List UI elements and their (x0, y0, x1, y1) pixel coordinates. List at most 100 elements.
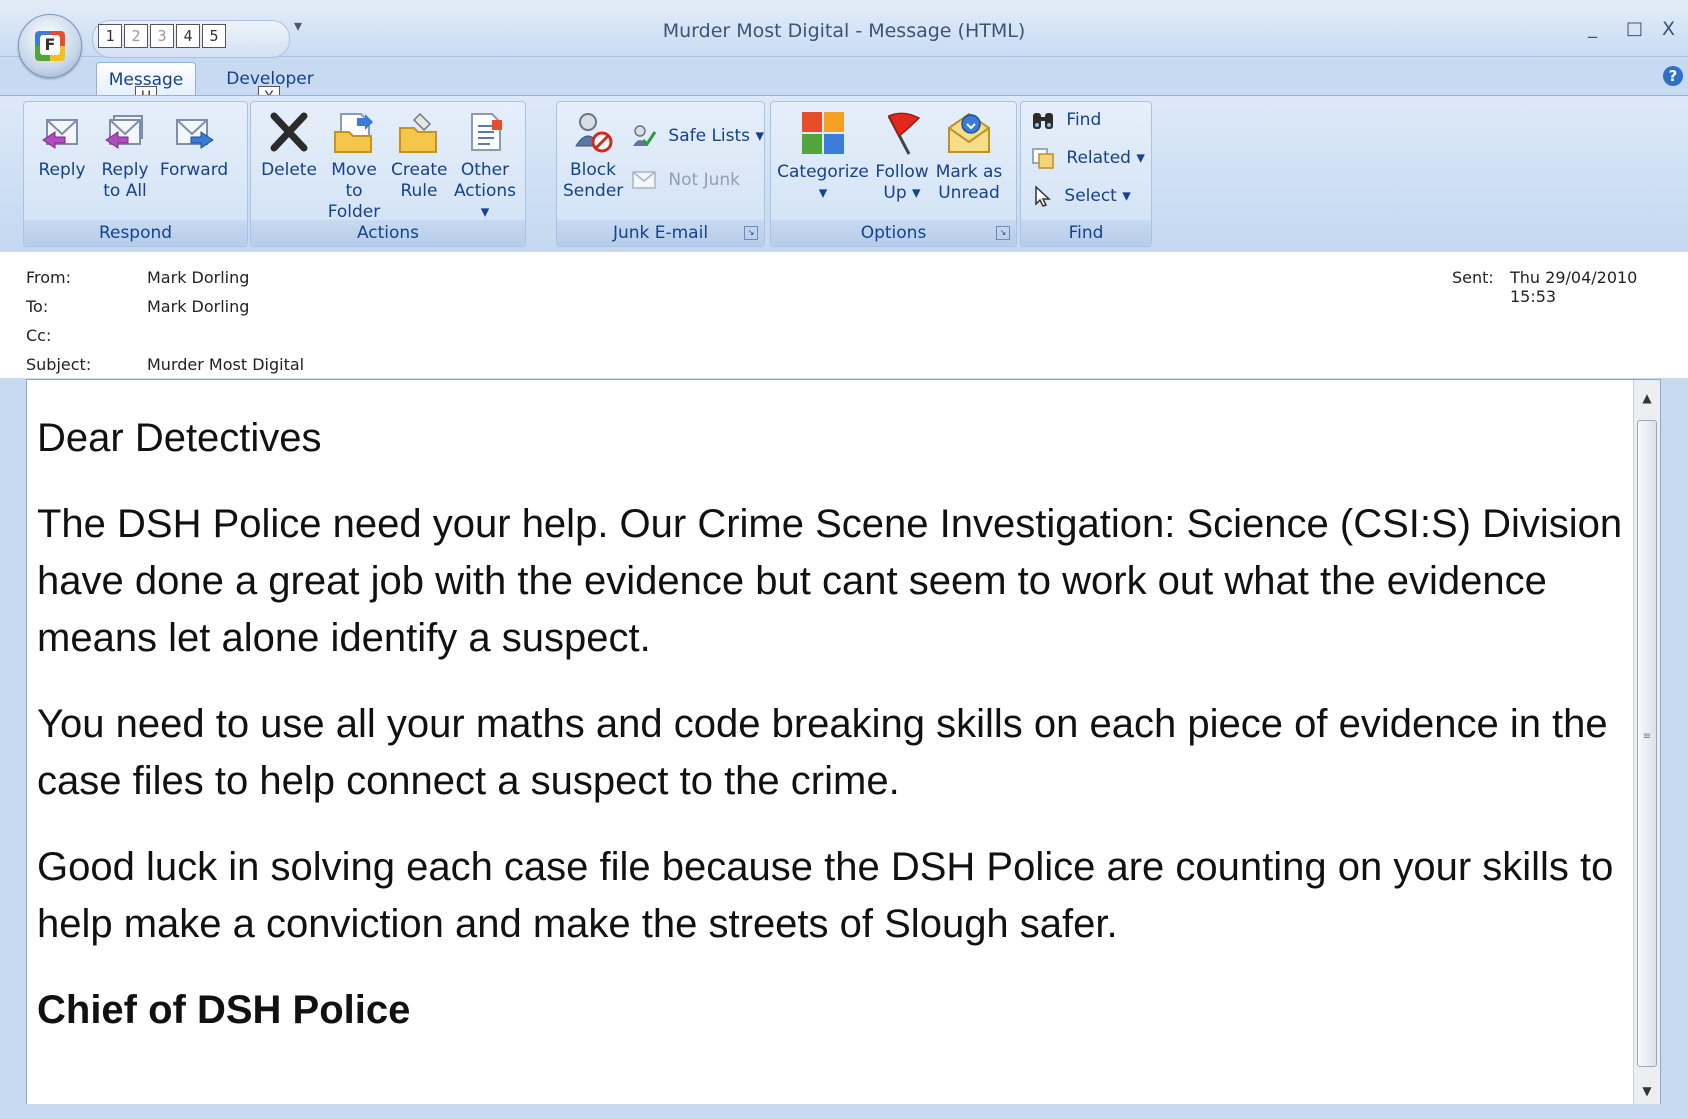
block-sender-label-1: Block (570, 160, 616, 180)
other-actions-label-2: Actions ▾ (453, 181, 517, 222)
reply-all-label-2: to All (103, 181, 147, 201)
reply-all-button[interactable]: Reply to All (96, 110, 154, 202)
from-value[interactable]: Mark Dorling (147, 268, 249, 287)
create-rule-label-2: Rule (400, 181, 438, 201)
minimize-button[interactable]: _ (1588, 18, 1597, 39)
move-to-folder-label-1: Move to (331, 160, 377, 201)
window-bottom-border (0, 1104, 1688, 1119)
related-icon (1032, 148, 1054, 169)
window-title: Murder Most Digital - Message (HTML) (662, 20, 1026, 42)
group-find: Find Related ▾ Select ▾ Find (1020, 101, 1152, 247)
group-junk-email-label: Junk E-mail (557, 220, 764, 246)
scroll-down-arrow-icon[interactable]: ▼ (1634, 1081, 1660, 1101)
related-label: Related ▾ (1066, 148, 1145, 168)
group-actions-label: Actions (251, 220, 525, 246)
body-paragraph-3: Good luck in solving each case file beca… (37, 845, 1614, 946)
binoculars-icon (1033, 113, 1053, 129)
reply-all-label-1: Reply (101, 160, 149, 180)
maximize-button[interactable]: □ (1626, 18, 1643, 39)
move-to-folder-icon (334, 113, 373, 153)
categorize-label-2: ▾ (818, 183, 828, 203)
find-label: Find (1066, 110, 1102, 130)
message-body: Dear Detectives The DSH Police need your… (37, 410, 1627, 1068)
close-button[interactable]: X (1662, 18, 1675, 40)
vertical-scrollbar[interactable]: ▲ ≡ ▼ (1633, 380, 1660, 1105)
group-options: Categorize ▾ Follow Up ▾ Mark as Unread … (770, 101, 1017, 247)
mark-as-unread-button[interactable]: Mark as Unread (935, 110, 1003, 204)
reply-label: Reply (38, 160, 86, 180)
mark-as-unread-label-1: Mark as (935, 162, 1003, 182)
cc-label: Cc: (26, 326, 52, 345)
delete-label: Delete (261, 160, 317, 180)
ribbon: Reply Reply to All Forward Respond Delet… (0, 95, 1688, 253)
block-sender-label-2: Sender (563, 181, 624, 201)
group-respond: Reply Reply to All Forward Respond (23, 101, 248, 247)
not-junk-button[interactable]: Not Junk (631, 166, 740, 194)
delete-button[interactable]: Delete (259, 110, 319, 181)
block-sender-icon (575, 113, 613, 153)
block-sender-button[interactable]: Block Sender (563, 110, 623, 202)
scrollbar-grip-icon: ≡ (1642, 731, 1652, 742)
mark-as-unread-icon (948, 112, 990, 153)
subject-label: Subject: (26, 355, 92, 374)
to-value[interactable]: Mark Dorling (147, 297, 249, 316)
delete-icon (270, 112, 308, 152)
office-button[interactable]: F (18, 14, 82, 78)
reply-icon (42, 119, 78, 149)
related-button[interactable]: Related ▾ (1031, 144, 1145, 172)
mark-as-unread-label-2: Unread (938, 183, 1000, 203)
other-actions-button[interactable]: Other Actions ▾ (449, 110, 521, 223)
group-respond-label: Respond (24, 220, 247, 246)
other-actions-label-1: Other (460, 160, 510, 180)
body-paragraph-1: The DSH Police need your help. Our Crime… (37, 502, 1623, 660)
flag-icon (887, 112, 921, 155)
forward-icon (176, 119, 214, 149)
follow-up-button[interactable]: Follow Up ▾ (871, 110, 933, 204)
group-junk-email: Block Sender Safe Lists ▾ Not Junk Junk … (556, 101, 765, 247)
message-body-pane[interactable]: Dear Detectives The DSH Police need your… (26, 379, 1661, 1106)
find-button[interactable]: Find (1031, 106, 1101, 134)
categorize-button[interactable]: Categorize ▾ (777, 110, 869, 204)
create-rule-label-1: Create (391, 160, 448, 180)
follow-up-label-1: Follow (875, 162, 929, 182)
message-header: From: Mark Dorling To: Mark Dorling Cc: … (0, 252, 1688, 378)
body-greeting: Dear Detectives (37, 416, 322, 460)
from-label: From: (26, 268, 72, 287)
create-rule-button[interactable]: Create Rule (391, 110, 448, 202)
select-button[interactable]: Select ▾ (1031, 182, 1131, 210)
forward-button[interactable]: Forward (154, 110, 234, 181)
sent-value: Thu 29/04/2010 15:53 (1510, 268, 1638, 306)
junk-email-dialog-launcher[interactable]: ↘ (744, 226, 758, 240)
not-junk-label: Not Junk (668, 170, 741, 190)
create-rule-icon (399, 112, 437, 153)
office-logo-icon: F (35, 31, 65, 61)
to-label: To: (26, 297, 49, 316)
not-junk-icon (632, 171, 656, 189)
follow-up-label-2: Up ▾ (883, 183, 921, 203)
sent-label: Sent: (1452, 268, 1494, 287)
title-bar: 1 2 3 4 5 ▾ Murder Most Digital - Messag… (0, 0, 1688, 58)
group-options-label: Options (771, 220, 1016, 246)
scrollbar-thumb[interactable]: ≡ (1637, 420, 1657, 1067)
group-actions: Delete Move to Folder ▾ Create Rule Othe… (250, 101, 526, 247)
outlook-message-window: 1 2 3 4 5 ▾ Murder Most Digital - Messag… (0, 0, 1688, 1119)
office-keytip: F (40, 35, 60, 55)
body-paragraph-2: You need to use all your maths and code … (37, 702, 1608, 803)
forward-label: Forward (159, 160, 229, 180)
safe-lists-icon (633, 125, 657, 147)
cursor-arrow-icon (1035, 185, 1051, 207)
subject-value: Murder Most Digital (147, 355, 305, 374)
scroll-up-arrow-icon[interactable]: ▲ (1634, 388, 1660, 408)
select-label: Select ▾ (1064, 186, 1131, 206)
body-signature: Chief of DSH Police (37, 988, 411, 1032)
help-icon[interactable]: ? (1663, 66, 1683, 86)
other-actions-icon (471, 113, 502, 151)
group-find-label: Find (1021, 220, 1151, 246)
categorize-label-1: Categorize (777, 162, 869, 182)
safe-lists-label: Safe Lists ▾ (668, 126, 764, 146)
safe-lists-button[interactable]: Safe Lists ▾ (631, 122, 764, 150)
options-dialog-launcher[interactable]: ↘ (996, 226, 1010, 240)
reply-button[interactable]: Reply (32, 110, 92, 181)
reply-all-icon (105, 115, 143, 149)
categorize-icon (802, 112, 844, 154)
